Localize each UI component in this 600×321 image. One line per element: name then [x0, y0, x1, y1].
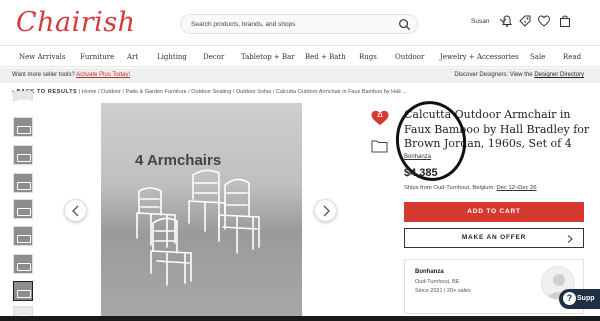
- category-nav: New Arrivals Furniture Art Lighting Deco…: [0, 47, 600, 67]
- nav-item-decor[interactable]: Decor: [203, 53, 224, 61]
- nav-item-new-arrivals[interactable]: New Arrivals: [19, 53, 65, 61]
- product-title: Calcutta Outdoor Armchair in Faux Bamboo…: [404, 108, 590, 150]
- designer-directory-link[interactable]: Designer Directory: [534, 72, 584, 78]
- nav-item-lighting[interactable]: Lighting: [157, 53, 187, 61]
- breadcrumb: ‹ BACK TO RESULTS | Home / Outdoor / Pat…: [12, 89, 407, 95]
- add-to-cart-button[interactable]: ADD TO CART: [404, 202, 584, 222]
- product-main-image[interactable]: 4 Armchairs: [101, 103, 302, 318]
- nav-item-furniture[interactable]: Furniture: [80, 53, 114, 61]
- thumbnail-7[interactable]: [13, 281, 33, 301]
- svg-text:$: $: [524, 19, 527, 24]
- nav-item-art[interactable]: Art: [127, 53, 138, 61]
- seller-location: Oud-Turnhout, BE: [415, 279, 460, 285]
- nav-item-bed-bath[interactable]: Bed + Bath: [305, 53, 346, 61]
- thumbnail-0[interactable]: [13, 91, 33, 108]
- previous-image-button[interactable]: [64, 199, 87, 222]
- support-label: Supp: [577, 295, 595, 302]
- product-price: $4,385: [404, 167, 438, 179]
- seller-stats: Since 2021 | 20+ sales: [415, 288, 471, 294]
- nav-item-rugs[interactable]: Rugs: [359, 53, 377, 61]
- thumbnail-5[interactable]: [13, 226, 33, 246]
- armchairs-illustration: [136, 169, 260, 286]
- thumbnail-2[interactable]: [13, 145, 33, 165]
- nav-item-sale[interactable]: Sale: [530, 53, 545, 61]
- site-header: Chairish Susan $: [0, 0, 600, 46]
- breadcrumb-path[interactable]: | Home / Outdoor / Patio & Garden Furnit…: [79, 89, 407, 95]
- add-to-collection-icon[interactable]: [371, 138, 388, 153]
- nav-item-jewelry-accessories[interactable]: Jewelry + Accessories: [440, 53, 519, 61]
- search-icon[interactable]: [398, 18, 411, 31]
- thumbnail-1[interactable]: [13, 117, 33, 137]
- seller-card[interactable]: Bonhanza Oud-Turnhout, BE Since 2021 | 2…: [404, 259, 584, 314]
- shopping-bag-icon[interactable]: [558, 14, 572, 28]
- heart-icon[interactable]: [537, 14, 551, 28]
- make-offer-button[interactable]: MAKE AN OFFER: [404, 228, 584, 248]
- thumbnail-4[interactable]: [13, 199, 33, 219]
- user-menu[interactable]: Susan: [471, 18, 489, 25]
- activate-plus-link[interactable]: Activate Plus Today!: [76, 72, 130, 78]
- search-bar[interactable]: [180, 14, 418, 34]
- favorite-count: 21: [377, 113, 383, 119]
- window-bottom-edge: [0, 316, 600, 321]
- nav-item-read[interactable]: Read: [563, 53, 581, 61]
- chairish-logo[interactable]: Chairish: [16, 7, 136, 38]
- shipping-info: Ships from Oud-Turnhout, Belgium: Dec 12…: [404, 185, 537, 191]
- thumbnail-3[interactable]: [13, 173, 33, 193]
- designer-directory-promo: Discover Designers: View the Designer Di…: [454, 72, 584, 78]
- nav-item-tabletop-bar[interactable]: Tabletop + Bar: [241, 53, 295, 61]
- next-image-button[interactable]: [314, 199, 337, 222]
- chevron-left-icon: [72, 205, 79, 217]
- thumbnail-6[interactable]: [13, 254, 33, 274]
- page: Chairish Susan $ New Arrivals Furniture …: [0, 0, 600, 321]
- seller-name[interactable]: Bonhanza: [415, 269, 444, 275]
- search-input[interactable]: [191, 18, 391, 31]
- chevron-right-icon: [567, 235, 573, 243]
- bell-icon[interactable]: [500, 14, 514, 28]
- support-chat-button[interactable]: ? Supp: [559, 289, 600, 309]
- thumbnail-8[interactable]: [13, 306, 33, 321]
- tag-icon[interactable]: $: [518, 14, 532, 28]
- delivery-dates-link[interactable]: Dec 12–Dec 26: [497, 185, 537, 191]
- chevron-right-icon: [323, 205, 330, 217]
- promo-bar: Want more seller tools? Activate Plus To…: [0, 68, 600, 83]
- nav-item-outdoor[interactable]: Outdoor: [395, 53, 424, 61]
- make-offer-label: MAKE AN OFFER: [461, 234, 527, 241]
- help-icon: ?: [563, 292, 576, 305]
- seller-link[interactable]: Bonhanza: [404, 154, 431, 160]
- seller-tools-promo: Want more seller tools? Activate Plus To…: [12, 72, 131, 78]
